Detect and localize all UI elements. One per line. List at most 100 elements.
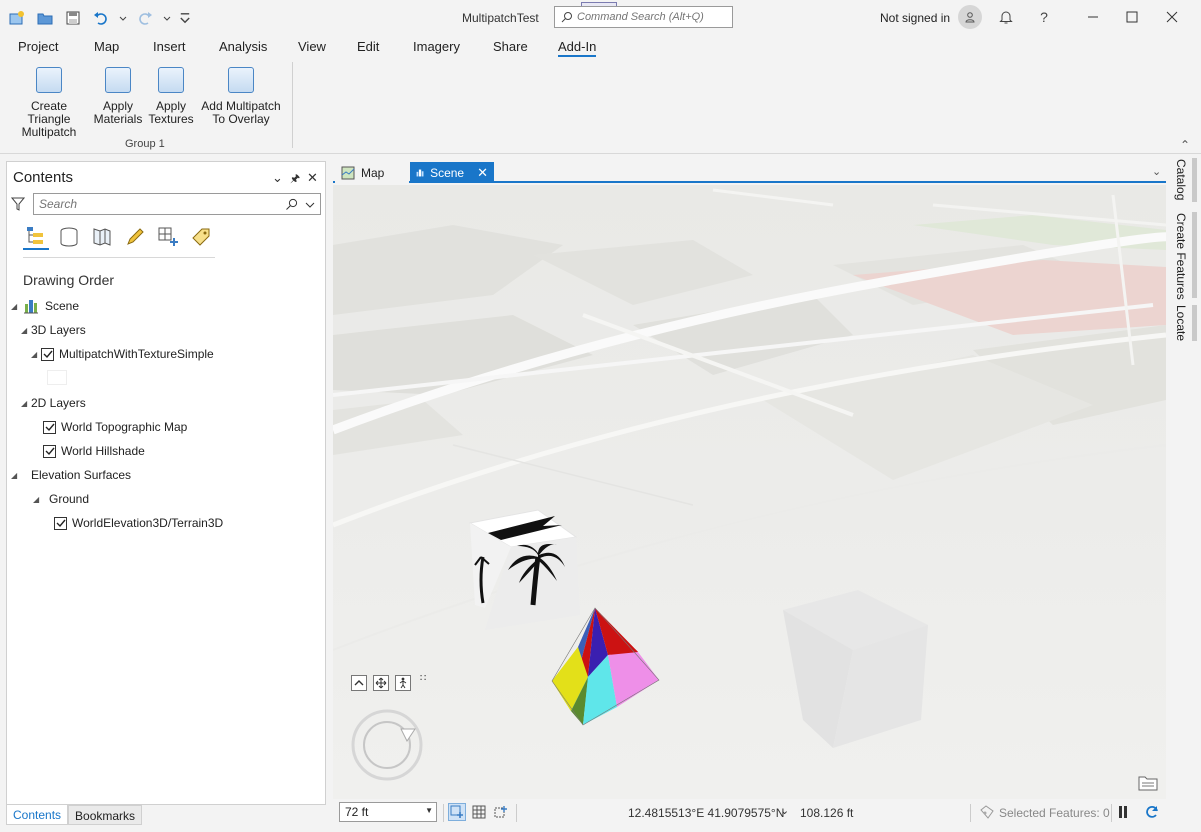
redo-dropdown-icon[interactable] <box>162 8 172 28</box>
tree-label: 3D Layers <box>31 323 86 337</box>
add-in-button-icon <box>228 67 254 93</box>
tree-item-scene[interactable]: ◢ Scene <box>11 297 79 315</box>
collapse-ribbon-chevron-icon[interactable]: ⌃ <box>1180 138 1190 152</box>
apply-textures-button[interactable]: Apply Textures <box>148 64 194 126</box>
tab-scene-view[interactable]: Scene ✕ <box>410 162 494 183</box>
dock-tab-create-features[interactable]: Create Features <box>1174 213 1188 300</box>
scene-view[interactable]: ∷ <box>333 185 1166 799</box>
drawing-order-view-icon[interactable] <box>23 224 49 250</box>
command-search-input[interactable] <box>577 11 727 23</box>
view-tabs-dropdown-chevron-icon[interactable]: ⌄ <box>1152 165 1161 178</box>
create-triangle-multipatch-button[interactable]: Create Triangle Multipatch <box>8 64 90 139</box>
search-dropdown-icon[interactable] <box>305 200 315 210</box>
layer-symbol-swatch[interactable] <box>47 370 67 385</box>
add-in-button-icon <box>36 67 62 93</box>
first-person-navigation-button[interactable] <box>395 675 411 691</box>
tree-item-elevation-surfaces[interactable]: ◢ Elevation Surfaces <box>11 466 131 484</box>
minimize-icon[interactable] <box>1083 7 1103 27</box>
tree-label: MultipatchWithTextureSimple <box>59 347 214 361</box>
tree-item-ground[interactable]: ◢ Ground <box>33 490 89 508</box>
filter-icon[interactable] <box>11 196 25 212</box>
navigator-dots-icon: ∷ <box>420 673 427 684</box>
tab-share[interactable]: Share <box>493 39 528 54</box>
data-source-view-icon[interactable] <box>56 224 82 250</box>
pause-drawing-icon[interactable] <box>1114 803 1132 821</box>
tab-insert[interactable]: Insert <box>153 39 186 54</box>
scale-select[interactable]: 72 ft ▼ <box>339 802 437 822</box>
snapping-icon[interactable] <box>492 803 510 821</box>
apply-materials-button[interactable]: Apply Materials <box>92 64 144 126</box>
selected-features-count[interactable]: Selected Features: 0 <box>999 806 1110 820</box>
labeling-view-icon[interactable] <box>188 224 214 250</box>
expand-triangle-icon[interactable]: ◢ <box>31 350 41 359</box>
pin-pane-icon[interactable]: 🖈 <box>290 170 300 189</box>
user-avatar-icon[interactable] <box>958 5 982 29</box>
nav-toggle-button[interactable] <box>351 675 367 691</box>
tab-analysis[interactable]: Analysis <box>219 39 267 54</box>
quick-access-toolbar <box>6 8 192 28</box>
tab-project[interactable]: Project <box>18 39 58 54</box>
add-multipatch-to-overlay-button[interactable]: Add Multipatch To Overlay <box>198 64 284 126</box>
tab-map-view[interactable]: Map <box>335 162 409 183</box>
selected-features-icon[interactable] <box>978 803 996 821</box>
dock-tab-locate[interactable]: Locate <box>1174 305 1188 341</box>
drawing-order-heading: Drawing Order <box>23 272 115 288</box>
sign-in-status[interactable]: Not signed in <box>880 11 950 25</box>
expand-triangle-icon[interactable]: ◢ <box>33 495 43 504</box>
undo-dropdown-icon[interactable] <box>118 8 128 28</box>
close-window-icon[interactable] <box>1162 7 1182 27</box>
view-tab-bar: Map Scene ✕ <box>333 161 1166 183</box>
contents-search-input[interactable] <box>39 197 279 211</box>
layer-visibility-checkbox[interactable] <box>54 516 67 530</box>
pane-options-chevron-icon[interactable]: ⌄ <box>272 170 283 186</box>
navigation-mode-icon[interactable] <box>448 803 466 821</box>
refresh-icon[interactable] <box>1143 803 1161 821</box>
help-icon[interactable]: ? <box>1034 7 1054 27</box>
tree-item-terrain[interactable]: WorldElevation3D/Terrain3D <box>54 514 223 532</box>
tab-edit[interactable]: Edit <box>357 39 379 54</box>
contents-search[interactable] <box>33 193 321 215</box>
expand-triangle-icon[interactable]: ◢ <box>21 399 31 408</box>
dock-tab-catalog[interactable]: Catalog <box>1174 159 1188 200</box>
save-icon[interactable] <box>62 8 84 28</box>
tab-bookmarks[interactable]: Bookmarks <box>68 805 143 825</box>
scene-overlay-toggle-icon[interactable] <box>1136 773 1160 793</box>
tab-contents[interactable]: Contents <box>6 805 69 825</box>
search-icon[interactable] <box>285 198 298 211</box>
tab-add-in[interactable]: Add-In <box>558 39 597 57</box>
tree-item-3d-layers[interactable]: ◢ 3D Layers <box>21 321 86 339</box>
expand-triangle-icon[interactable]: ◢ <box>11 471 21 480</box>
close-pane-icon[interactable]: ✕ <box>307 170 318 186</box>
layer-visibility-checkbox[interactable] <box>43 444 56 458</box>
scene-icon <box>24 300 38 314</box>
layer-visibility-checkbox[interactable] <box>41 347 54 361</box>
expand-triangle-icon[interactable]: ◢ <box>21 326 31 335</box>
tree-item-multipatch-layer[interactable]: ◢ MultipatchWithTextureSimple <box>31 345 214 363</box>
snapping-view-icon[interactable] <box>155 224 181 250</box>
open-project-icon[interactable] <box>34 8 56 28</box>
layer-visibility-checkbox[interactable] <box>43 420 56 434</box>
tab-view[interactable]: View <box>298 39 326 54</box>
tab-map[interactable]: Map <box>94 39 119 54</box>
grid-icon[interactable] <box>470 803 488 821</box>
navigator-control[interactable] <box>351 709 423 781</box>
tree-item-world-topographic-map[interactable]: World Topographic Map <box>43 418 187 436</box>
editing-view-icon[interactable] <box>122 224 148 250</box>
redo-icon[interactable] <box>134 8 156 28</box>
notifications-bell-icon[interactable] <box>996 7 1016 27</box>
close-tab-icon[interactable]: ✕ <box>477 165 488 181</box>
selection-view-icon[interactable] <box>89 224 115 250</box>
contents-view-icons <box>23 224 214 250</box>
tab-imagery[interactable]: Imagery <box>413 39 460 54</box>
tree-item-world-hillshade[interactable]: World Hillshade <box>43 442 145 460</box>
new-project-icon[interactable] <box>6 8 28 28</box>
full-extent-button[interactable] <box>373 675 389 691</box>
expand-triangle-icon[interactable]: ◢ <box>11 302 21 311</box>
tree-item-2d-layers[interactable]: ◢ 2D Layers <box>21 394 86 412</box>
command-search[interactable] <box>554 6 733 28</box>
customize-toolbar-icon[interactable] <box>178 8 192 28</box>
coordinate-format-chevron-icon[interactable]: ⌄ <box>780 804 789 817</box>
undo-icon[interactable] <box>90 8 112 28</box>
add-in-button-icon <box>105 67 131 93</box>
maximize-icon[interactable] <box>1122 7 1142 27</box>
